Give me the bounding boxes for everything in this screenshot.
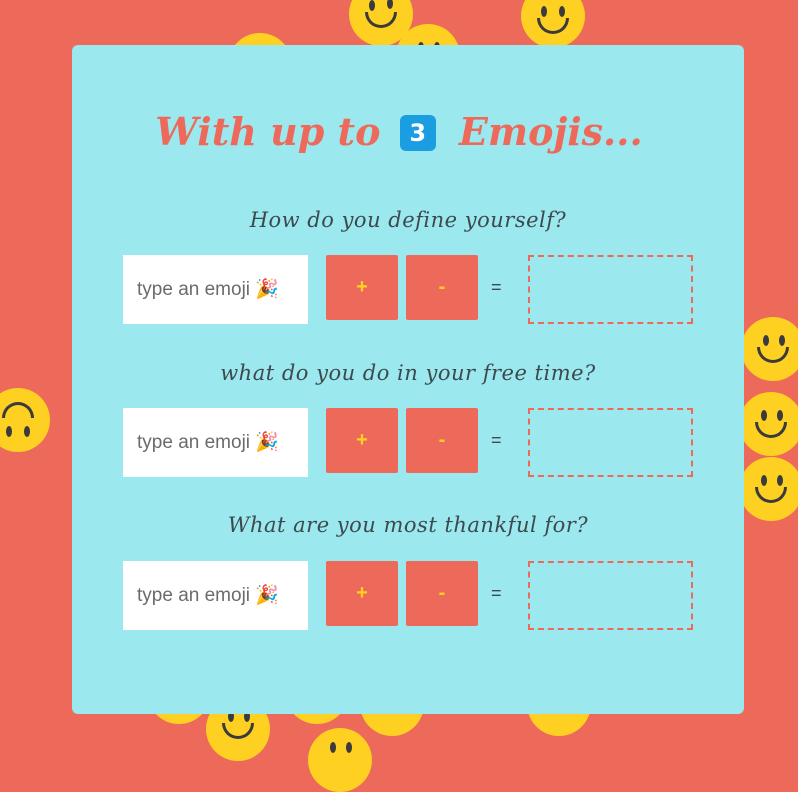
- question-1-label: How do you define yourself?: [249, 208, 567, 232]
- smiley-icon: [308, 728, 372, 792]
- emoji-input-2[interactable]: [123, 408, 308, 477]
- emoji-result-box-2: [528, 408, 693, 477]
- smiley-icon: [741, 317, 798, 381]
- keycap-three-icon: 3: [399, 114, 436, 151]
- question-2-label: what do you do in your free time?: [220, 361, 596, 385]
- smiley-upside-down-icon: [0, 388, 50, 452]
- equals-sign: =: [491, 277, 502, 297]
- page-title: With up to 3 Emojis...: [0, 106, 798, 158]
- title-suffix: Emojis...: [458, 109, 643, 154]
- emoji-result-box-1: [528, 255, 693, 324]
- equals-sign: =: [491, 430, 502, 450]
- add-emoji-button-3[interactable]: +: [326, 561, 398, 626]
- question-3-label: What are you most thankful for?: [227, 513, 589, 537]
- title-prefix: With up to: [155, 109, 381, 154]
- remove-emoji-button-3[interactable]: -: [406, 561, 478, 626]
- smiley-icon: [521, 0, 585, 48]
- smiley-icon: [739, 457, 798, 521]
- add-emoji-button-2[interactable]: +: [326, 408, 398, 473]
- smiley-icon: [739, 392, 798, 456]
- emoji-input-3[interactable]: [123, 561, 308, 630]
- remove-emoji-button-2[interactable]: -: [406, 408, 478, 473]
- emoji-input-1[interactable]: [123, 255, 308, 324]
- remove-emoji-button-1[interactable]: -: [406, 255, 478, 320]
- equals-sign: =: [491, 583, 502, 603]
- add-emoji-button-1[interactable]: +: [326, 255, 398, 320]
- emoji-result-box-3: [528, 561, 693, 630]
